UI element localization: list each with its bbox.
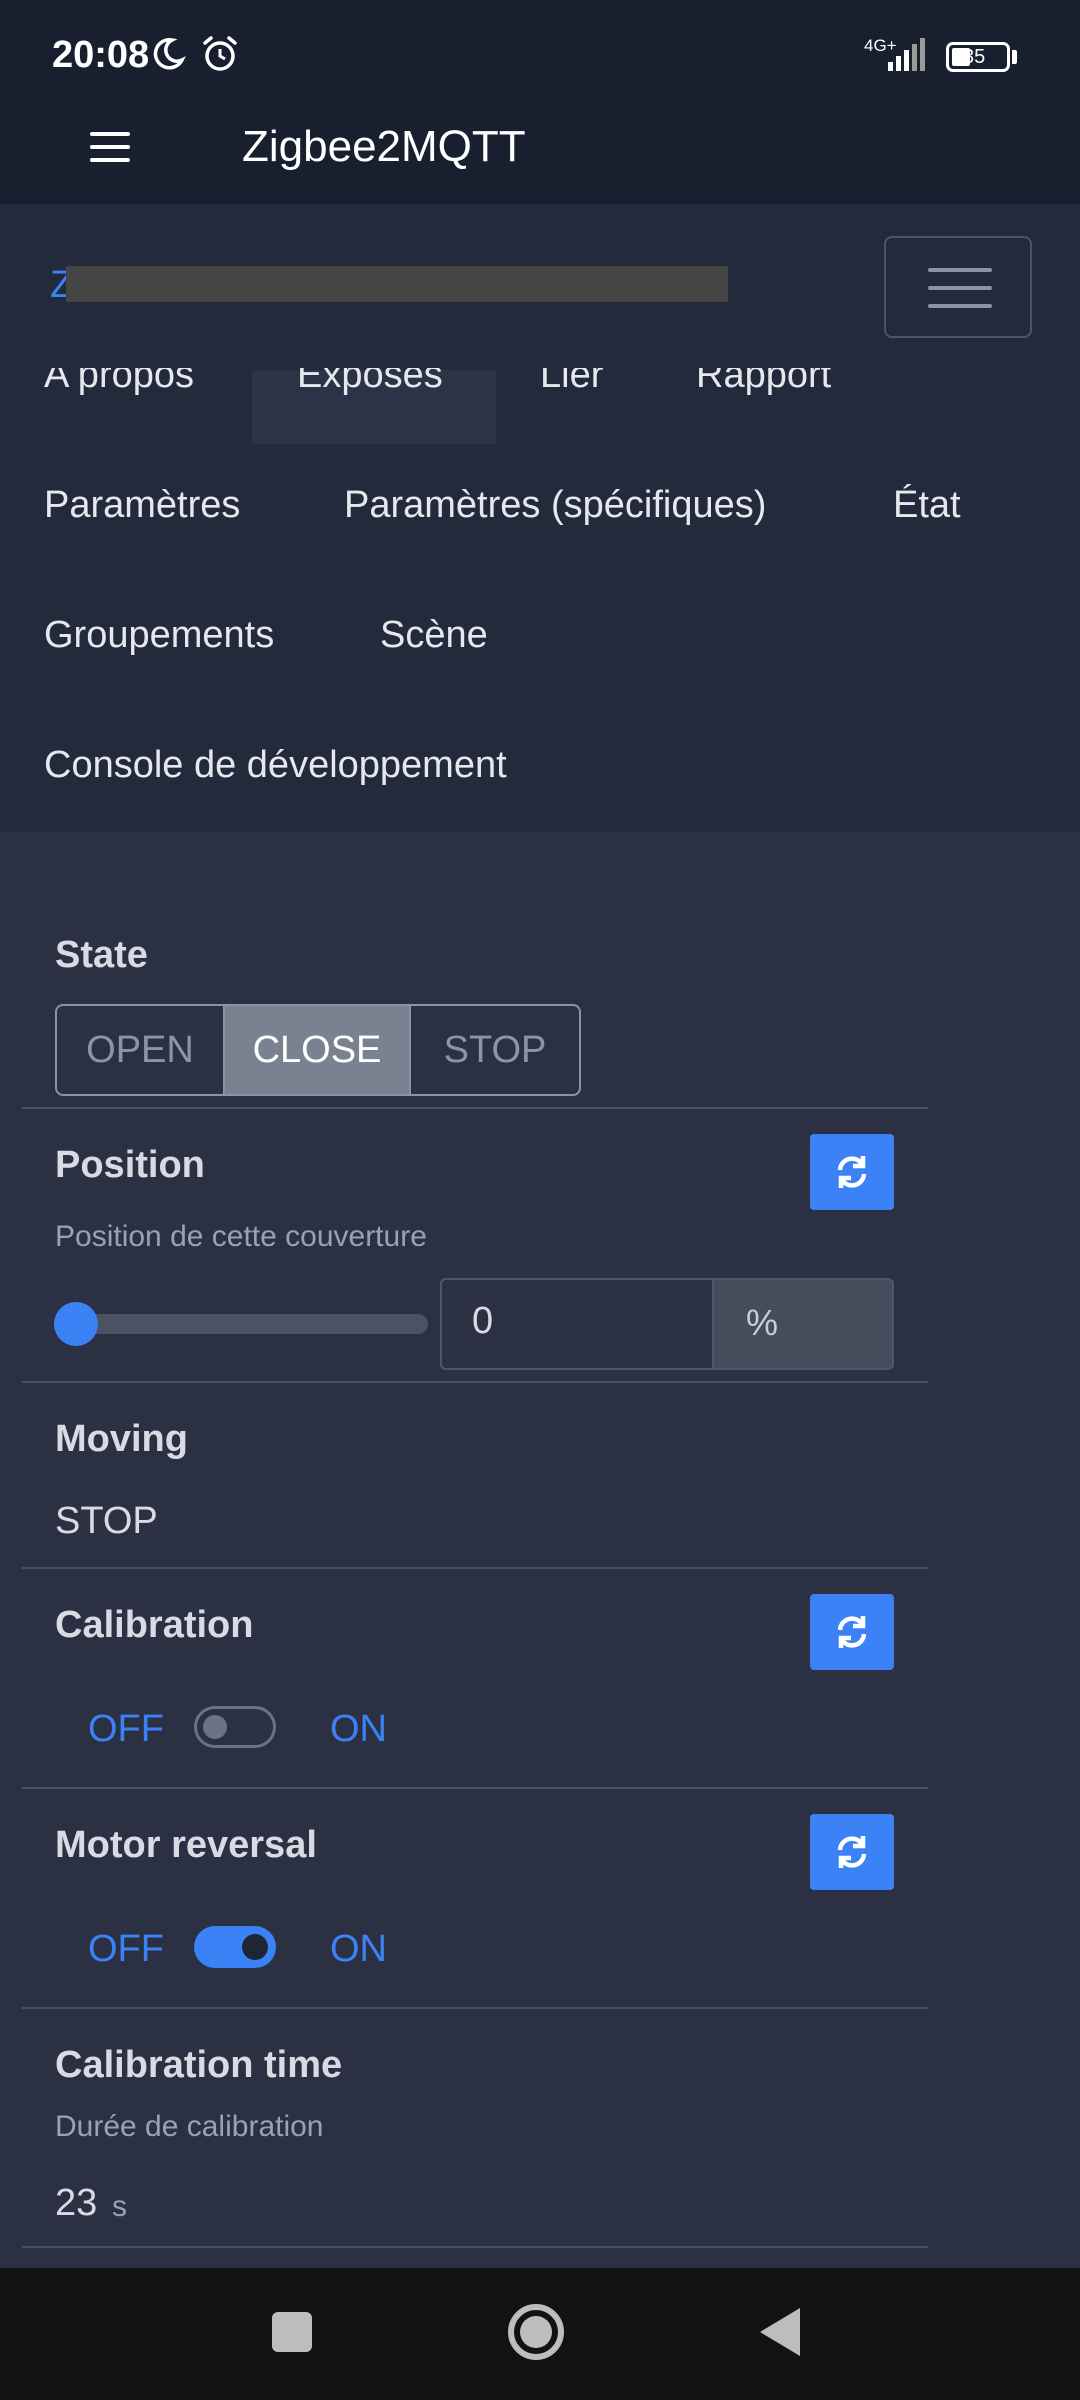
redacted-device-name (66, 266, 728, 302)
divider (22, 1567, 928, 1569)
divider (22, 1787, 928, 1789)
position-slider[interactable] (56, 1314, 428, 1334)
calibration-toggle[interactable] (194, 1706, 276, 1748)
state-stop-button[interactable]: STOP (411, 1006, 579, 1094)
moving-value: STOP (55, 1500, 158, 1542)
position-slider-thumb[interactable] (54, 1302, 98, 1346)
calibration-off-label[interactable]: OFF (88, 1708, 164, 1751)
recents-button[interactable] (272, 2312, 312, 2352)
back-button[interactable] (760, 2308, 800, 2356)
refresh-icon (837, 1836, 867, 1868)
motor-reversal-label: Motor reversal (55, 1824, 317, 1866)
position-input[interactable]: 0 (440, 1278, 714, 1370)
navbar-toggler-button[interactable] (884, 236, 1032, 338)
calibration-label: Calibration (55, 1604, 254, 1646)
calibration-time-value: 23 (55, 2182, 98, 2224)
tab-scene[interactable]: Scène (380, 614, 488, 657)
battery-level: 35 (963, 46, 986, 68)
motor-reversal-off-label[interactable]: OFF (88, 1928, 164, 1971)
home-icon (520, 2316, 552, 2348)
moving-label: Moving (55, 1418, 188, 1460)
alarm-icon (203, 36, 237, 71)
calibration-time-label: Calibration time (55, 2044, 343, 2086)
tab-groups[interactable]: Groupements (44, 614, 274, 657)
position-label: Position (55, 1144, 205, 1186)
calibration-on-label[interactable]: ON (330, 1708, 387, 1751)
state-close-button[interactable]: CLOSE (225, 1006, 411, 1094)
moon-icon (153, 38, 186, 70)
state-open-button[interactable]: OPEN (57, 1006, 225, 1094)
hamburger-icon[interactable] (90, 132, 130, 162)
calibration-refresh-button[interactable] (810, 1594, 894, 1670)
tab-settings[interactable]: Paramètres (44, 484, 240, 527)
position-unit: % (712, 1278, 894, 1370)
tab-state[interactable]: État (893, 484, 961, 527)
divider (22, 1107, 928, 1109)
app-title: Zigbee2MQTT (242, 122, 526, 171)
motor-reversal-refresh-button[interactable] (810, 1814, 894, 1890)
status-time: 20:08 (52, 34, 150, 76)
app-bar (0, 116, 1080, 204)
tab-settings-specific[interactable]: Paramètres (spécifiques) (344, 484, 766, 527)
state-button-group: OPEN CLOSE STOP (55, 1004, 581, 1096)
state-label: State (55, 934, 148, 976)
battery-icon: 35 (946, 42, 1010, 72)
refresh-icon (837, 1156, 867, 1188)
divider (22, 2007, 928, 2009)
calibration-time-unit: s (112, 2190, 127, 2223)
divider (22, 2246, 928, 2248)
motor-reversal-toggle[interactable] (194, 1926, 276, 1968)
divider (22, 1381, 928, 1383)
tab-dev-console[interactable]: Console de développement (44, 744, 507, 787)
position-refresh-button[interactable] (810, 1134, 894, 1210)
refresh-icon (837, 1616, 867, 1648)
calibration-time-description: Durée de calibration (55, 2110, 324, 2143)
battery-tip (1012, 50, 1017, 64)
motor-reversal-on-label[interactable]: ON (330, 1928, 387, 1971)
signal-icon (888, 38, 925, 71)
position-description: Position de cette couverture (55, 1220, 427, 1253)
